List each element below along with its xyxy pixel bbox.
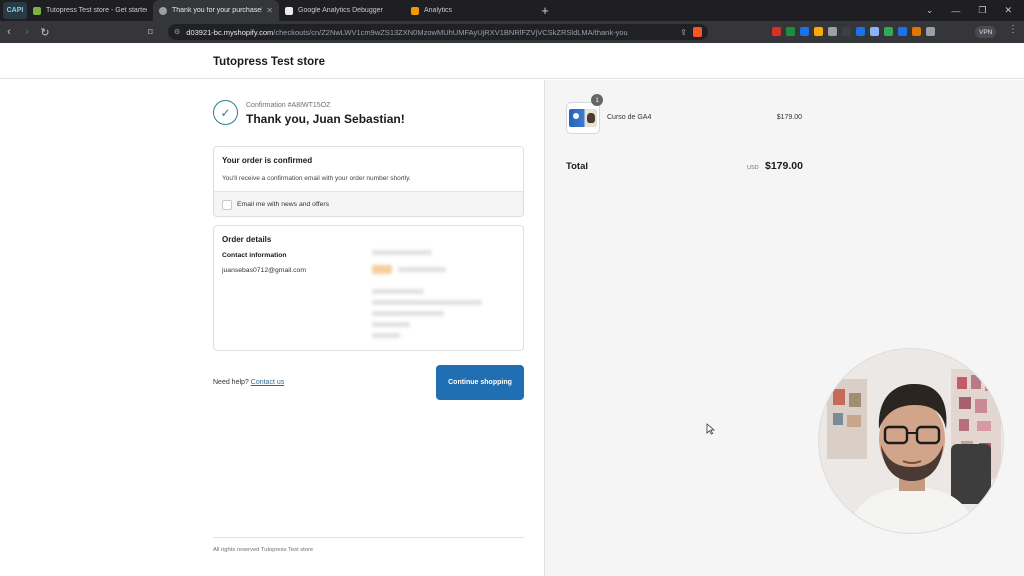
extension-icon[interactable] xyxy=(898,27,907,36)
reload-icon[interactable]: ↻ xyxy=(36,26,54,39)
vpn-button[interactable]: VPN xyxy=(975,26,997,38)
checkmark-icon: ✓ xyxy=(213,100,238,125)
tab-title: Thank you for your purchase! - xyxy=(172,7,263,14)
order-details-card: Order details Contact information juanse… xyxy=(213,225,524,351)
help-text: Need help? xyxy=(213,379,249,386)
thank-you-heading: Thank you, Juan Sebastian! xyxy=(246,112,405,126)
extension-icon[interactable] xyxy=(842,27,851,36)
product-thumbnail xyxy=(566,102,600,134)
redacted-address-block xyxy=(372,250,492,345)
newsletter-row: Email me with news and offers xyxy=(214,191,523,216)
order-details-title: Order details xyxy=(222,235,272,244)
forward-icon[interactable]: › xyxy=(18,26,36,38)
total-currency: USD xyxy=(747,165,759,171)
window-controls: ⌄ — ❐ ✕ xyxy=(926,0,1024,21)
restore-icon[interactable]: ❐ xyxy=(978,5,986,16)
url-host: d03921-bc.myshopify.com xyxy=(186,27,274,37)
footer-divider xyxy=(213,537,524,538)
extension-icon[interactable] xyxy=(912,27,921,36)
bookmark-icon[interactable]: ⌑ xyxy=(148,27,162,38)
product-price: $179.00 xyxy=(776,114,802,121)
tab-title: Analytics xyxy=(424,7,453,14)
extension-icon[interactable] xyxy=(814,27,823,36)
browser-tab-bar: CAPI Tutopress Test store - Get started … xyxy=(0,0,1024,21)
order-confirmed-card: Your order is confirmed You'll receive a… xyxy=(213,146,524,217)
newsletter-label[interactable]: Email me with news and offers xyxy=(237,201,329,208)
share-icon[interactable]: ⇪ xyxy=(680,28,687,37)
order-confirmed-title: Your order is confirmed xyxy=(222,156,313,165)
continue-shopping-button[interactable]: Continue shopping xyxy=(436,365,524,400)
url-bar[interactable]: ⚙ d03921-bc.myshopify.com /checkouts/cn/… xyxy=(168,24,708,40)
tab-thank-you[interactable]: Thank you for your purchase! - ✕ xyxy=(153,0,279,21)
store-header: Tutopress Test store xyxy=(0,43,1024,79)
presenter-video xyxy=(819,349,1003,533)
brave-shield-icon[interactable] xyxy=(693,27,702,37)
product-name: Curso de GA4 xyxy=(607,114,652,121)
tab-analytics[interactable]: Analytics xyxy=(405,0,531,21)
back-icon[interactable]: ‹ xyxy=(0,26,18,38)
tab-ga-debugger[interactable]: Google Analytics Debugger xyxy=(279,0,405,21)
extension-icon[interactable] xyxy=(884,27,893,36)
extension-icon[interactable] xyxy=(870,27,879,36)
url-path: /checkouts/cn/Z2NwLWV1cm9wZS13ZXN0MzowMU… xyxy=(273,27,628,37)
shopify-icon xyxy=(33,6,41,15)
chevron-down-icon[interactable]: ⌄ xyxy=(926,5,934,16)
extensions-row xyxy=(772,27,935,36)
tab-title: Tutopress Test store - Get started with xyxy=(46,7,147,14)
extension-icon xyxy=(285,6,293,15)
order-confirmed-text: You'll receive a confirmation email with… xyxy=(222,175,411,182)
webcam-overlay xyxy=(818,348,1004,534)
total-value: $179.00 xyxy=(765,160,803,172)
contact-us-link[interactable]: Contact us xyxy=(251,379,284,386)
total-label: Total xyxy=(566,161,588,172)
close-icon[interactable]: ✕ xyxy=(1004,5,1012,16)
globe-icon xyxy=(159,6,167,15)
menu-icon[interactable]: ⋮ xyxy=(1008,24,1018,35)
extension-icon[interactable] xyxy=(772,27,781,36)
window-badge[interactable]: CAPI xyxy=(3,2,27,19)
new-tab-button[interactable]: + xyxy=(537,3,553,18)
analytics-icon xyxy=(411,6,419,15)
extension-icon[interactable] xyxy=(828,27,837,36)
newsletter-checkbox[interactable] xyxy=(222,200,232,210)
mouse-cursor-icon xyxy=(706,423,716,435)
contact-info-label: Contact information xyxy=(222,252,287,259)
contact-email: juansebas0712@gmail.com xyxy=(222,267,306,274)
tab-shopify-store[interactable]: Tutopress Test store - Get started with xyxy=(27,0,153,21)
close-icon[interactable]: ✕ xyxy=(266,6,273,15)
quantity-badge: 1 xyxy=(591,94,603,106)
extension-icon[interactable] xyxy=(856,27,865,36)
main-column: ✓ Confirmation #A8IWT15OZ Thank you, Jua… xyxy=(0,80,544,576)
confirmation-number: Confirmation #A8IWT15OZ xyxy=(246,102,331,109)
minimize-icon[interactable]: — xyxy=(951,6,960,16)
tab-title: Google Analytics Debugger xyxy=(298,7,383,14)
extension-icon[interactable] xyxy=(786,27,795,36)
extension-icon[interactable] xyxy=(926,27,935,36)
extension-icon[interactable] xyxy=(800,27,809,36)
footer-text: All rights reserved Tutopress Test store xyxy=(213,547,314,553)
help-line: Need help? Contact us xyxy=(213,379,284,386)
vpn-label: VPN xyxy=(979,28,993,36)
site-info-icon[interactable]: ⚙ xyxy=(174,28,180,36)
store-name[interactable]: Tutopress Test store xyxy=(213,56,325,68)
